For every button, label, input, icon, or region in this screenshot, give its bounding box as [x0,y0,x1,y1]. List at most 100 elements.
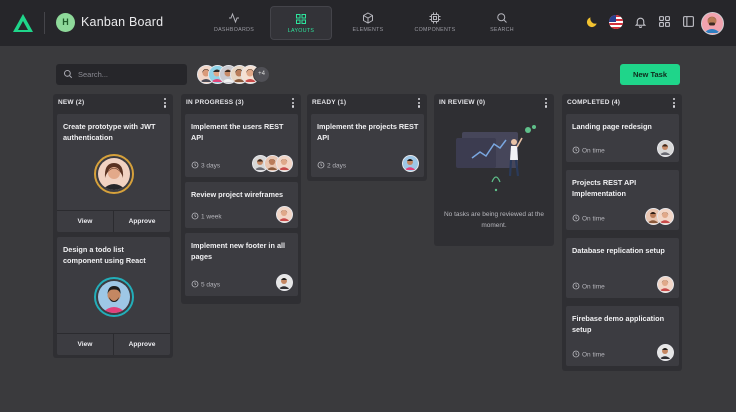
user-avatar[interactable] [701,12,724,35]
app-initial-badge: H [56,13,75,32]
nav-layouts[interactable]: LAYOUTS [270,6,332,40]
kebab-menu-icon[interactable] [418,98,421,109]
column-title: COMPLETED (4) [567,99,621,106]
clock-icon [572,350,580,357]
card-title: Implement the users REST API [191,122,284,142]
assignee-avatar[interactable] [657,276,674,293]
task-card[interactable]: Implement the projects REST API 2 days [311,114,424,177]
sidebar-toggle-icon[interactable] [682,15,695,28]
search-icon [497,13,507,23]
empty-state-illustration-icon [456,125,536,192]
clock-icon [572,214,580,221]
column-in-review: IN REVIEW (0) No tasks are being reviewe… [434,94,554,246]
column-header: NEW (2) [53,94,173,112]
assignee-avatar[interactable] [276,206,293,223]
column-in-progress: IN PROGRESS (3) Implement the users REST… [181,94,301,304]
nav-search[interactable]: SEARCH [471,6,533,40]
card-due-text: On time [582,215,605,222]
card-due-text: On time [582,147,605,154]
card-assignees [657,140,674,157]
task-card[interactable]: Implement new footer in all pages 5 days [185,233,298,296]
assignee-avatar[interactable] [276,155,293,172]
assignee-avatar[interactable] [276,274,293,291]
task-card[interactable]: Database replication setup On time [566,238,679,298]
column-title: IN REVIEW (0) [439,99,486,106]
task-card[interactable]: Review project wireframes 1 week [185,182,298,228]
clock-icon [191,161,199,168]
clock-icon [191,212,199,219]
card-title: Create prototype with JWT authentication [63,122,156,142]
card-title: Database replication setup [572,246,665,255]
card-due: 1 week [191,212,222,220]
card-due-text: 3 days [201,162,221,169]
kebab-menu-icon[interactable] [545,98,548,109]
kebab-menu-icon[interactable] [673,98,676,109]
kebab-menu-icon[interactable] [292,98,295,109]
nav-components[interactable]: COMPONENTS [404,6,466,40]
assignee-avatar[interactable] [94,154,134,194]
column-header: IN REVIEW (0) [434,94,554,112]
task-card[interactable]: Implement the users REST API 3 days [185,114,298,177]
nav-elements[interactable]: ELEMENTS [337,6,399,40]
card-due: 5 days [191,280,221,288]
card-title: Review project wireframes [191,190,284,199]
card-due: On time [572,350,605,358]
new-task-button[interactable]: New Task [620,64,680,85]
app-title: Kanban Board [81,15,164,29]
column-header: READY (1) [307,94,427,112]
task-card[interactable]: Landing page redesign On time [566,114,679,162]
assignee-avatar[interactable] [657,140,674,157]
task-card[interactable]: Create prototype with JWT authentication… [57,114,170,232]
logo-icon[interactable] [12,13,34,33]
us-flag-icon[interactable] [609,15,623,29]
clock-icon [191,280,199,287]
task-card[interactable]: Design a todo list component using React… [57,237,170,355]
activity-icon [229,12,239,24]
card-assignees [276,274,293,291]
card-due-text: 5 days [201,281,221,288]
view-button[interactable]: View [57,334,113,355]
card-title: Implement new footer in all pages [191,241,286,261]
cube-icon [363,12,373,24]
assignee-avatar[interactable] [657,344,674,361]
card-due-text: 1 week [201,213,222,220]
nav-search-label: SEARCH [490,27,514,33]
card-title: Implement the projects REST API [317,122,419,142]
card-due-text: On time [582,351,605,358]
kebab-menu-icon[interactable] [164,98,167,109]
moon-icon[interactable] [585,15,599,29]
card-assignees [645,208,674,225]
card-actions: View Approve [57,210,170,232]
card-actions: View Approve [57,333,170,355]
nav-elements-label: ELEMENTS [352,27,384,33]
task-card[interactable]: Projects REST API Implementation On time [566,170,679,230]
card-due: On time [572,282,605,290]
top-bar: H Kanban Board DASHBOARDS LAYOUTS ELEMEN… [0,0,736,46]
assignee-avatar[interactable] [402,155,419,172]
search-bar[interactable] [56,64,187,85]
clock-icon [572,282,580,289]
assignee-avatar[interactable] [657,208,674,225]
grid-icon [296,14,306,24]
apps-grid-icon[interactable] [658,15,671,28]
card-due-text: On time [582,283,605,290]
task-card[interactable]: Firebase demo application setup On time [566,306,679,366]
bell-icon[interactable] [634,15,647,29]
assignee-avatar[interactable] [94,277,134,317]
column-header: COMPLETED (4) [562,94,682,112]
column-completed: COMPLETED (4) Landing page redesign On t… [562,94,682,371]
more-members-badge[interactable]: +4 [253,66,270,83]
column-ready: READY (1) Implement the projects REST AP… [307,94,427,181]
nav-layouts-label: LAYOUTS [287,28,315,34]
nav-dashboards-label: DASHBOARDS [213,27,255,33]
card-assignees [657,276,674,293]
approve-button[interactable]: Approve [113,334,170,355]
card-due: On time [572,214,605,222]
card-assignees [402,155,419,172]
search-input[interactable] [78,67,178,82]
approve-button[interactable]: Approve [113,211,170,232]
member-avatars: +4 [197,65,287,85]
nav-dashboards[interactable]: DASHBOARDS [203,6,265,40]
view-button[interactable]: View [57,211,113,232]
card-assignees [657,344,674,361]
